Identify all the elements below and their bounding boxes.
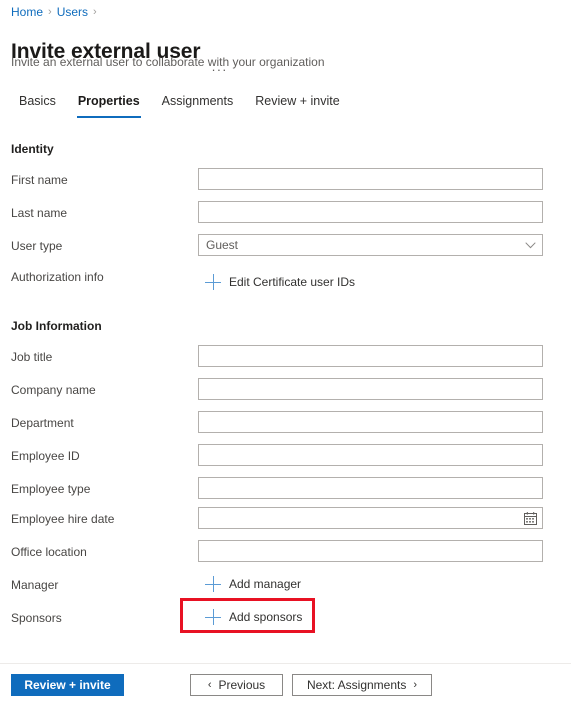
first-name-label: First name: [11, 173, 68, 187]
chevron-right-icon: ›: [413, 679, 418, 691]
sponsors-label: Sponsors: [11, 611, 62, 625]
manager-label: Manager: [11, 578, 59, 592]
field-row-user-type: User type Guest: [0, 234, 571, 258]
wizard-tabs: Basics Properties Assignments Review + i…: [8, 88, 351, 118]
title-row: Invite external user ···: [11, 25, 227, 79]
breadcrumb: Home › Users ›: [11, 5, 102, 19]
invite-external-user-page: Home › Users › Invite external user ··· …: [0, 0, 571, 710]
office-location-label: Office location: [11, 545, 87, 559]
tab-properties[interactable]: Properties: [67, 88, 151, 118]
field-row-employee-hire-date: Employee hire date: [0, 507, 571, 531]
employee-type-label: Employee type: [11, 482, 91, 496]
add-manager-label: Add manager: [229, 577, 302, 591]
department-input[interactable]: [198, 411, 543, 433]
field-row-authorization-info: Authorization info Edit Certificate user…: [0, 265, 571, 290]
last-name-input[interactable]: [198, 201, 543, 223]
user-type-label: User type: [11, 239, 63, 253]
first-name-input[interactable]: [198, 168, 543, 190]
review-invite-button[interactable]: Review + invite: [11, 674, 124, 696]
next-assignments-button[interactable]: Next: Assignments ›: [292, 674, 432, 696]
department-label: Department: [11, 416, 74, 430]
office-location-input[interactable]: [198, 540, 543, 562]
add-sponsors-label: Add sponsors: [229, 610, 303, 624]
employee-id-input[interactable]: [198, 444, 543, 466]
previous-button[interactable]: ‹ Previous: [190, 674, 283, 696]
field-row-department: Department: [0, 411, 571, 435]
employee-hire-date-input[interactable]: [198, 507, 543, 529]
section-heading-identity: Identity: [11, 142, 54, 156]
employee-hire-date-label: Employee hire date: [11, 512, 115, 526]
user-type-select[interactable]: Guest: [198, 234, 543, 256]
employee-id-label: Employee ID: [11, 449, 80, 463]
field-row-sponsors: Sponsors Add sponsors: [0, 606, 571, 630]
add-sponsors-button[interactable]: Add sponsors: [205, 606, 302, 628]
authorization-info-label: Authorization info: [11, 270, 104, 284]
calendar-icon[interactable]: [518, 511, 542, 525]
breadcrumb-item-home[interactable]: Home: [11, 5, 43, 19]
next-button-label: Next: Assignments: [306, 678, 407, 692]
job-title-input[interactable]: [198, 345, 543, 367]
chevron-down-icon: [518, 241, 542, 249]
plus-icon: [205, 609, 221, 625]
edit-certificate-user-ids-button[interactable]: Edit Certificate user IDs: [205, 271, 355, 293]
field-row-employee-id: Employee ID: [0, 444, 571, 468]
tab-assignments[interactable]: Assignments: [151, 88, 245, 116]
field-row-employee-type: Employee type: [0, 477, 571, 501]
field-row-manager: Manager Add manager: [0, 573, 571, 597]
tab-basics[interactable]: Basics: [8, 88, 67, 116]
employee-type-input[interactable]: [198, 477, 543, 499]
field-row-company-name: Company name: [0, 378, 571, 402]
plus-icon: [205, 576, 221, 592]
company-name-label: Company name: [11, 383, 96, 397]
breadcrumb-separator-icon: ›: [48, 6, 52, 18]
add-manager-button[interactable]: Add manager: [205, 573, 301, 595]
tab-review-invite[interactable]: Review + invite: [244, 88, 350, 116]
plus-icon: [205, 274, 221, 290]
chevron-left-icon: ‹: [207, 679, 212, 691]
field-row-last-name: Last name: [0, 201, 571, 225]
user-type-value: Guest: [206, 238, 239, 252]
field-row-office-location: Office location: [0, 540, 571, 564]
last-name-label: Last name: [11, 206, 68, 220]
breadcrumb-item-users[interactable]: Users: [57, 5, 88, 19]
edit-certificate-user-ids-label: Edit Certificate user IDs: [229, 275, 356, 289]
properties-form: Identity First name Last name User type …: [0, 132, 571, 655]
job-title-label: Job title: [11, 350, 53, 364]
previous-button-label: Previous: [218, 678, 266, 692]
field-row-first-name: First name: [0, 168, 571, 192]
breadcrumb-separator-icon: ›: [93, 6, 97, 18]
wizard-footer: Review + invite ‹ Previous Next: Assignm…: [0, 663, 571, 710]
section-heading-job-information: Job Information: [11, 319, 102, 333]
page-subtitle: Invite an external user to collaborate w…: [11, 55, 325, 69]
field-row-job-title: Job title: [0, 345, 571, 369]
company-name-input[interactable]: [198, 378, 543, 400]
